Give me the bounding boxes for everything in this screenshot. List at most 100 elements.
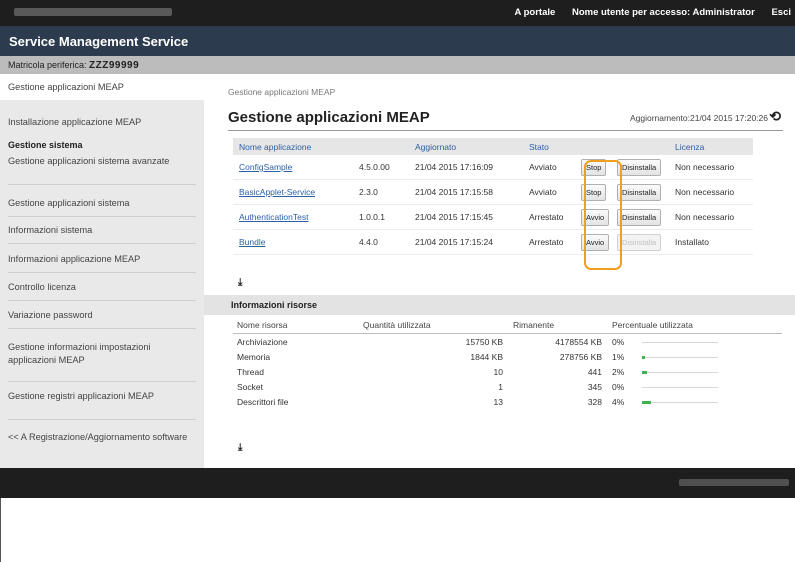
col-header-uninstall <box>611 138 669 155</box>
table-row: ConfigSample 4.5.0.00 21/04 2015 17:16:0… <box>233 155 753 180</box>
resources-section-header: Informazioni risorse <box>204 295 795 315</box>
uninstall-button-disabled: Disinstalla <box>617 233 662 251</box>
usage-bar <box>642 386 718 388</box>
scroll-to-bottom-icon[interactable]: ⤓ <box>238 277 242 288</box>
divider <box>8 216 196 217</box>
resource-percent: 1% <box>612 351 625 362</box>
sidebar-item-license-check[interactable]: Controllo licenza <box>8 281 196 294</box>
resource-remaining: 441 <box>587 366 602 377</box>
sidebar-item-system-apps-advanced[interactable]: Gestione applicazioni sistema avanzate <box>8 155 196 168</box>
resource-name: Socket <box>237 381 263 392</box>
app-license: Non necessario <box>669 179 753 205</box>
col-header-status[interactable]: Stato <box>523 138 575 155</box>
divider <box>8 381 196 382</box>
sidebar-item-meap-info[interactable]: Informazioni applicazione MEAP <box>8 253 196 266</box>
app-version: 4.4.0 <box>353 229 409 255</box>
back-to-registration-link[interactable]: << A Registrazione/Aggiornamento softwar… <box>8 431 196 444</box>
sidebar-item-meap-install[interactable]: Installazione applicazione MEAP <box>8 116 196 129</box>
scroll-to-bottom-icon[interactable]: ⤓ <box>238 442 242 453</box>
app-license: Non necessario <box>669 204 753 230</box>
copyright-placeholder <box>679 479 789 486</box>
address-placeholder <box>14 8 172 16</box>
col-header-resource: Nome risorsa <box>233 317 359 334</box>
resource-name: Descrittori file <box>237 396 289 407</box>
col-header-remaining: Rimanente <box>509 317 608 334</box>
divider <box>8 184 196 185</box>
resource-remaining: 278756 KB <box>559 351 602 362</box>
sidebar-item-meap-management[interactable]: Gestione applicazioni MEAP <box>0 74 204 100</box>
serial-bar: Matricola periferica: ZZZ99999 <box>0 56 795 74</box>
sidebar-section-system: Gestione sistema <box>8 140 83 150</box>
exit-link[interactable]: Esci <box>771 7 791 18</box>
uninstall-button[interactable]: Disinstalla <box>617 158 662 176</box>
table-row: Socket 1 345 0% <box>233 379 782 394</box>
serial-value: ZZZ99999 <box>89 60 140 71</box>
divider <box>8 243 196 244</box>
usage-bar <box>642 400 718 404</box>
breadcrumb: Gestione applicazioni MEAP <box>228 87 336 97</box>
portal-link[interactable]: A portale <box>514 7 555 18</box>
col-header-percent: Percentuale utilizzata <box>608 317 782 334</box>
resource-remaining: 4178554 KB <box>555 336 602 347</box>
resource-used: 10 <box>493 366 503 377</box>
app-title: Service Management Service <box>9 34 189 49</box>
app-status: Arrestato <box>523 204 575 230</box>
applications-table: Nome applicazione Aggiornato Stato Licen… <box>233 138 753 255</box>
last-updated: Aggiornamento:21/04 2015 17:20:26 <box>629 113 768 123</box>
footer <box>0 468 795 498</box>
table-row: Thread 10 441 2% <box>233 364 782 379</box>
user-name: Administrator <box>692 7 755 18</box>
app-name-link[interactable]: AuthenticationTest <box>233 204 353 230</box>
resources-title: Informazioni risorse <box>231 300 318 310</box>
app-license: Non necessario <box>669 155 753 180</box>
col-header-name[interactable]: Nome applicazione <box>233 138 353 155</box>
app-updated: 21/04 2015 17:15:58 <box>409 179 523 205</box>
app-updated: 21/04 2015 17:15:45 <box>409 204 523 230</box>
col-header-license[interactable]: Licenza <box>669 138 753 155</box>
refresh-icon[interactable]: ⟲ <box>769 108 781 125</box>
col-header-updated[interactable]: Aggiornato <box>409 138 523 155</box>
divider <box>8 419 196 420</box>
usage-bar <box>642 355 718 359</box>
resource-used: 1 <box>498 381 503 392</box>
app-name-link[interactable]: Bundle <box>233 229 353 255</box>
sidebar-item-settings-info[interactable]: Gestione informazioni impostazioni appli… <box>8 341 196 367</box>
sidebar: Gestione applicazioni MEAP Installazione… <box>0 74 204 468</box>
divider <box>8 300 196 301</box>
sidebar-item-password-change[interactable]: Variazione password <box>8 309 196 322</box>
resources-table: Nome risorsa Quantità utilizzata Rimanen… <box>233 317 782 409</box>
title-bar: Service Management Service <box>0 26 795 56</box>
sidebar-item-meap-logs[interactable]: Gestione registri applicazioni MEAP <box>8 390 196 403</box>
col-header-action <box>575 138 611 155</box>
resource-name: Archiviazione <box>237 336 288 347</box>
app-status: Arrestato <box>523 229 575 255</box>
action-buttons-highlight <box>584 160 622 270</box>
app-version: 4.5.0.00 <box>353 155 409 180</box>
divider <box>8 272 196 273</box>
main-content: Gestione applicazioni MEAP Gestione appl… <box>204 74 795 468</box>
uninstall-button[interactable]: Disinstalla <box>617 208 662 226</box>
app-name-link[interactable]: BasicApplet-Service <box>233 179 353 205</box>
table-row: Descrittori file 13 328 4% <box>233 394 782 409</box>
sidebar-item-system-apps[interactable]: Gestione applicazioni sistema <box>8 197 196 210</box>
uninstall-button[interactable]: Disinstalla <box>617 183 662 201</box>
login-user-label: Nome utente per accesso: Administrator <box>571 7 755 18</box>
resource-remaining: 345 <box>587 381 602 392</box>
resource-remaining: 328 <box>587 396 602 407</box>
app-updated: 21/04 2015 17:15:24 <box>409 229 523 255</box>
resource-name: Thread <box>237 366 264 377</box>
table-row: BasicApplet-Service 2.3.0 21/04 2015 17:… <box>233 179 753 205</box>
resource-percent: 2% <box>612 366 625 377</box>
app-license: Installato <box>669 229 753 255</box>
resource-percent: 4% <box>612 396 625 407</box>
resource-percent: 0% <box>612 336 625 347</box>
col-header-used: Quantità utilizzata <box>359 317 509 334</box>
app-status: Avviato <box>523 155 575 180</box>
table-header-row: Nome applicazione Aggiornato Stato Licen… <box>233 138 753 155</box>
app-name-link[interactable]: ConfigSample <box>233 155 353 180</box>
col-header-version <box>353 138 409 155</box>
table-row: Bundle 4.4.0 21/04 2015 17:15:24 Arresta… <box>233 229 753 255</box>
title-divider <box>228 130 783 131</box>
top-bar: A portale Nome utente per accesso: Admin… <box>0 0 795 26</box>
sidebar-item-system-info[interactable]: Informazioni sistema <box>8 224 196 237</box>
